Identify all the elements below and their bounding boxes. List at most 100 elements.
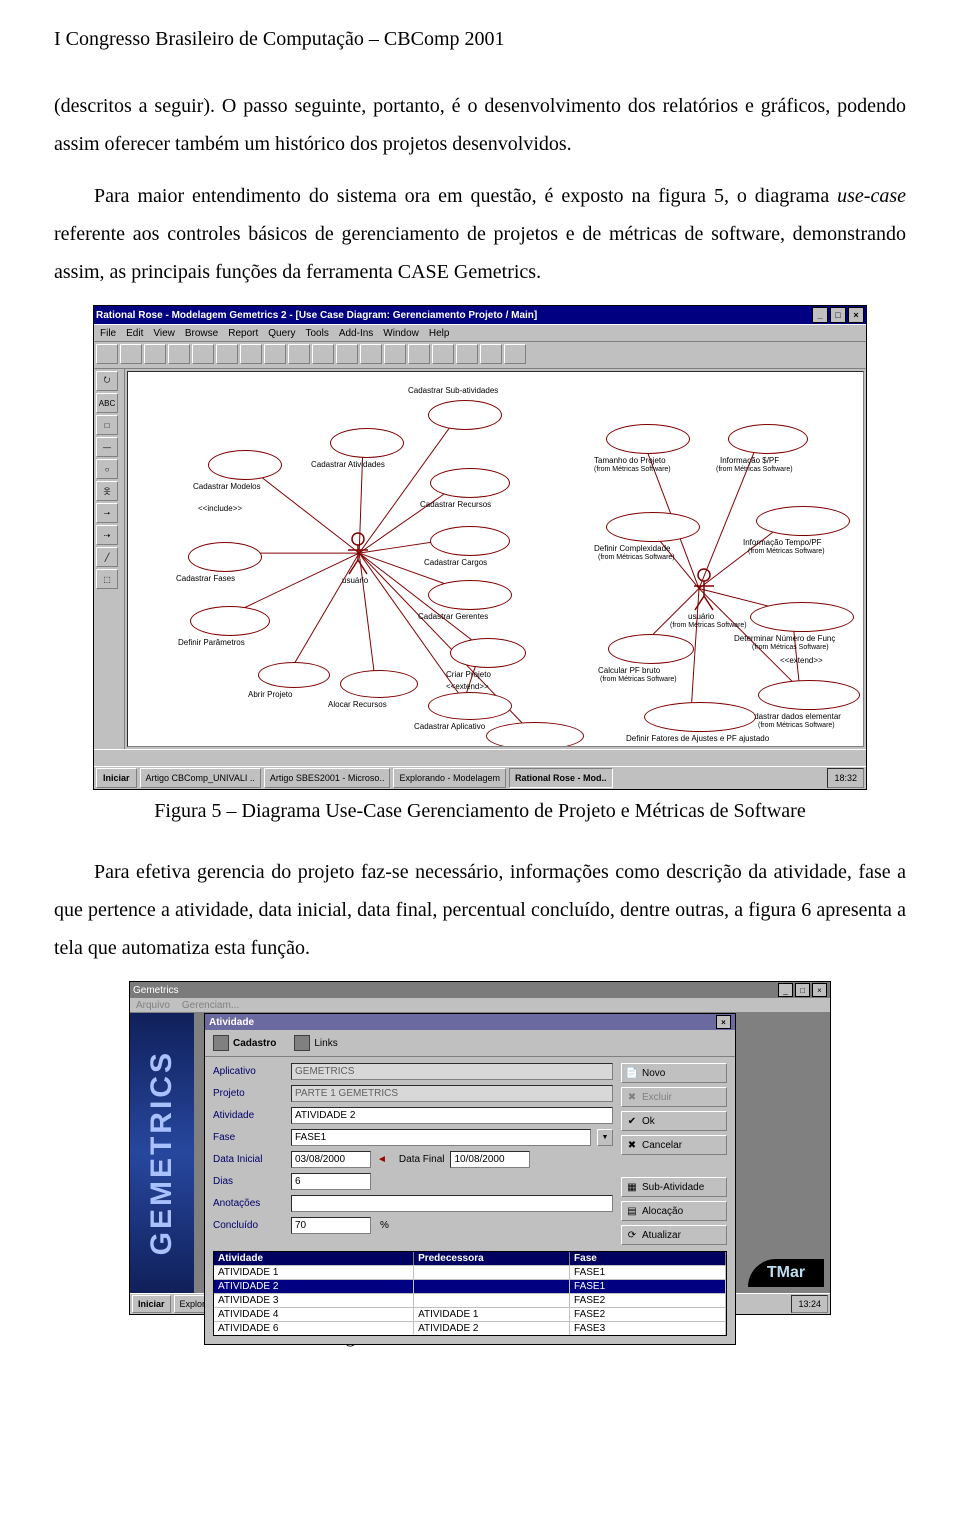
toolbar-button[interactable] (144, 344, 166, 364)
toolbar-button[interactable] (120, 344, 142, 364)
usecase[interactable] (486, 722, 584, 747)
dias-field[interactable]: 6 (291, 1173, 371, 1190)
data-final-field[interactable]: 10/08/2000 (450, 1151, 530, 1168)
menu-item[interactable]: Arquivo (136, 1000, 170, 1011)
tab-cadastro[interactable]: Cadastro (213, 1035, 276, 1051)
anotações-field[interactable] (291, 1195, 613, 1212)
column-header[interactable]: Atividade (214, 1252, 414, 1265)
maximize-icon[interactable]: □ (830, 307, 846, 323)
menu-report[interactable]: Report (228, 328, 258, 339)
usecase[interactable] (750, 602, 854, 632)
chevron-down-icon[interactable]: ▼ (597, 1129, 613, 1146)
fase-field[interactable]: FASE1 (291, 1129, 591, 1146)
usecase[interactable] (644, 702, 756, 732)
usecase[interactable] (208, 450, 282, 480)
taskbar-item[interactable]: Explorando - Modelagem (393, 768, 506, 788)
window-titlebar[interactable]: Rational Rose - Modelagem Gemetrics 2 - … (94, 306, 866, 324)
usecase[interactable] (606, 424, 690, 454)
minimize-icon[interactable]: _ (812, 307, 828, 323)
column-header[interactable]: Fase (570, 1252, 726, 1265)
menu-window[interactable]: Window (383, 328, 419, 339)
toolbar-button[interactable] (192, 344, 214, 364)
actor-icon[interactable] (690, 568, 718, 612)
actor-icon[interactable] (344, 532, 372, 576)
usecase[interactable] (430, 468, 510, 498)
table-row[interactable]: ATIVIDADE 3FASE2 (214, 1293, 726, 1307)
toolbar-button[interactable] (288, 344, 310, 364)
usecase[interactable] (330, 428, 404, 458)
toolbar-button[interactable] (336, 344, 358, 364)
toolbar-button[interactable] (168, 344, 190, 364)
concluido-field[interactable]: 70 (291, 1217, 371, 1234)
toolbar-button[interactable] (216, 344, 238, 364)
usecase[interactable] (428, 400, 502, 430)
toolbar-button[interactable] (480, 344, 502, 364)
ok-button[interactable]: ✔Ok (621, 1111, 727, 1131)
diagram-canvas[interactable]: Cadastrar Sub-atividadesCadastrar Ativid… (127, 371, 864, 747)
usecase[interactable] (450, 638, 526, 668)
usecase[interactable] (428, 692, 512, 720)
usecase[interactable] (428, 580, 512, 610)
menu-browse[interactable]: Browse (185, 328, 218, 339)
close-icon[interactable]: × (716, 1015, 731, 1029)
aloca--o-button[interactable]: ▤Alocação (621, 1201, 727, 1221)
menu-item[interactable]: Gerenciam... (182, 1000, 239, 1011)
palette-tool[interactable]: ⭢ (96, 503, 118, 523)
menu-file[interactable]: File (100, 328, 116, 339)
toolbar-button[interactable] (312, 344, 334, 364)
data-inicial-field[interactable]: 03/08/2000 (291, 1151, 371, 1168)
usecase[interactable] (340, 670, 418, 698)
cancelar-button[interactable]: ✖Cancelar (621, 1135, 727, 1155)
table-row[interactable]: ATIVIDADE 6ATIVIDADE 2FASE3 (214, 1321, 726, 1335)
palette-tool[interactable]: □ (96, 415, 118, 435)
novo-button[interactable]: 📄Novo (621, 1063, 727, 1083)
usecase[interactable] (756, 506, 850, 536)
palette-tool[interactable]: ABC (96, 393, 118, 413)
toolbar-button[interactable] (96, 344, 118, 364)
toolbar-button[interactable] (456, 344, 478, 364)
palette-tool[interactable]: ⭮ (96, 371, 118, 391)
menu-help[interactable]: Help (429, 328, 450, 339)
palette-tool[interactable]: ⇢ (96, 525, 118, 545)
close-icon[interactable]: × (848, 307, 864, 323)
palette-tool[interactable]: 옷 (96, 481, 118, 501)
toolbar-button[interactable] (264, 344, 286, 364)
usecase[interactable] (608, 634, 694, 664)
sub-atividade-button[interactable]: ▦Sub-Atividade (621, 1177, 727, 1197)
usecase[interactable] (258, 662, 330, 688)
usecase[interactable] (190, 606, 270, 636)
maximize-icon[interactable]: □ (795, 983, 810, 997)
gem-titlebar[interactable]: Gemetrics _ □ × (130, 982, 830, 998)
usecase[interactable] (606, 512, 700, 542)
table-row[interactable]: ATIVIDADE 2FASE1 (214, 1279, 726, 1293)
palette-tool[interactable]: ○ (96, 459, 118, 479)
column-header[interactable]: Predecessora (414, 1252, 570, 1265)
toolbar-button[interactable] (408, 344, 430, 364)
palette-tool[interactable]: ⬚ (96, 569, 118, 589)
menu-edit[interactable]: Edit (126, 328, 143, 339)
toolbar-button[interactable] (240, 344, 262, 364)
usecase[interactable] (728, 424, 808, 454)
usecase[interactable] (430, 526, 510, 556)
menu-query[interactable]: Query (268, 328, 295, 339)
toolbar-button[interactable] (360, 344, 382, 364)
menu-add-ins[interactable]: Add-Ins (339, 328, 373, 339)
palette-tool[interactable]: ╱ (96, 547, 118, 567)
minimize-icon[interactable]: _ (778, 983, 793, 997)
tab-links[interactable]: Links (294, 1035, 337, 1051)
table-row[interactable]: ATIVIDADE 4ATIVIDADE 1FASE2 (214, 1307, 726, 1321)
taskbar-item[interactable]: Artigo CBComp_UNIVALI .. (140, 768, 261, 788)
excluir-button[interactable]: ✖Excluir (621, 1087, 727, 1107)
toolbar-button[interactable] (432, 344, 454, 364)
atividade-field[interactable]: ATIVIDADE 2 (291, 1107, 613, 1124)
dialog-titlebar[interactable]: Atividade × (205, 1014, 735, 1030)
taskbar-item[interactable]: Rational Rose - Mod.. (509, 768, 613, 788)
start-button[interactable]: Iniciar (132, 1295, 171, 1313)
start-button[interactable]: Iniciar (96, 768, 137, 788)
atualizar-button[interactable]: ⟳Atualizar (621, 1225, 727, 1245)
palette-tool[interactable]: — (96, 437, 118, 457)
activity-grid[interactable]: AtividadePredecessoraFaseATIVIDADE 1FASE… (213, 1251, 727, 1336)
toolbar-button[interactable] (504, 344, 526, 364)
menu-view[interactable]: View (153, 328, 175, 339)
taskbar-item[interactable]: Artigo SBES2001 - Microso.. (264, 768, 391, 788)
